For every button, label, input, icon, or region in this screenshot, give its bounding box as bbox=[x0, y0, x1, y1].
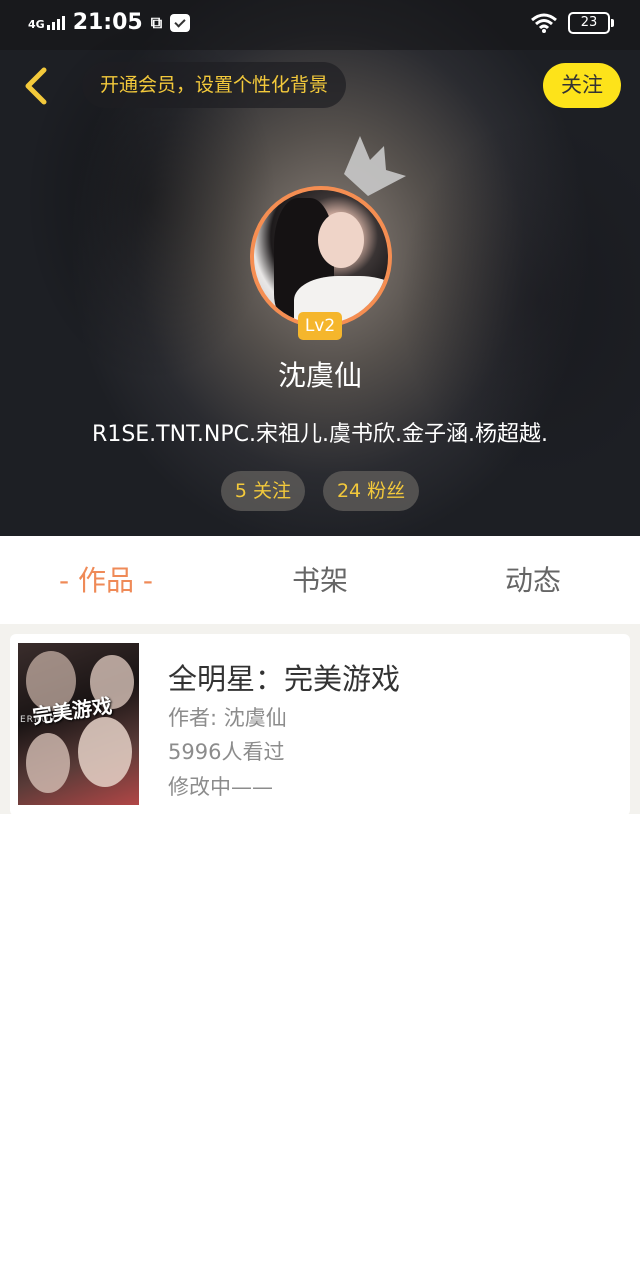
message-icon bbox=[170, 13, 191, 32]
tab-works[interactable]: - 作品 - bbox=[50, 536, 162, 624]
followers-count[interactable]: 24 粉丝 bbox=[322, 471, 420, 511]
vip-banner[interactable]: 开通会员，设置个性化背景 bbox=[82, 62, 347, 108]
level-badge: Lv2 bbox=[298, 312, 342, 340]
tab-activity[interactable]: 动态 bbox=[463, 536, 603, 624]
battery-icon: 23 bbox=[568, 12, 614, 34]
signal-indicator: 4G bbox=[28, 15, 65, 31]
notification-icon: ⧉ bbox=[150, 12, 163, 32]
signal-bars-icon bbox=[46, 15, 65, 30]
follow-stats: 5 关注 24 粉丝 bbox=[0, 471, 640, 511]
book-status: 修改中—— bbox=[168, 775, 273, 799]
book-cover[interactable]: ERROR 完美游戏 bbox=[18, 643, 139, 805]
avatar[interactable] bbox=[250, 186, 392, 328]
status-time: 21:05 bbox=[72, 10, 143, 35]
book-author: 作者: 沈虞仙 bbox=[168, 706, 287, 730]
tab-bar: - 作品 - 书架 动态 bbox=[0, 536, 640, 624]
wifi-icon bbox=[531, 13, 557, 33]
status-bar: 4G 21:05 ⧉ 23 bbox=[0, 0, 640, 50]
book-views: 5996人看过 bbox=[168, 740, 285, 764]
following-count[interactable]: 5 关注 bbox=[220, 471, 305, 511]
tab-bookshelf[interactable]: 书架 bbox=[250, 536, 390, 624]
username: 沈虞仙 bbox=[277, 359, 362, 392]
crown-icon bbox=[344, 136, 406, 196]
follow-button[interactable]: 关注 bbox=[543, 63, 621, 108]
profile-header: 4G 21:05 ⧉ 23 开通会员，设置个性化背景 关注 Lv2 沈虞仙 R1… bbox=[0, 0, 640, 536]
book-title[interactable]: 全明星：完美游戏 bbox=[168, 656, 400, 698]
back-icon[interactable] bbox=[18, 66, 58, 106]
battery-level: 23 bbox=[580, 15, 598, 30]
user-bio: R1SE.TNT.NPC.宋祖儿.虞书欣.金子涵.杨超越. bbox=[92, 422, 548, 447]
network-type: 4G bbox=[28, 17, 45, 31]
